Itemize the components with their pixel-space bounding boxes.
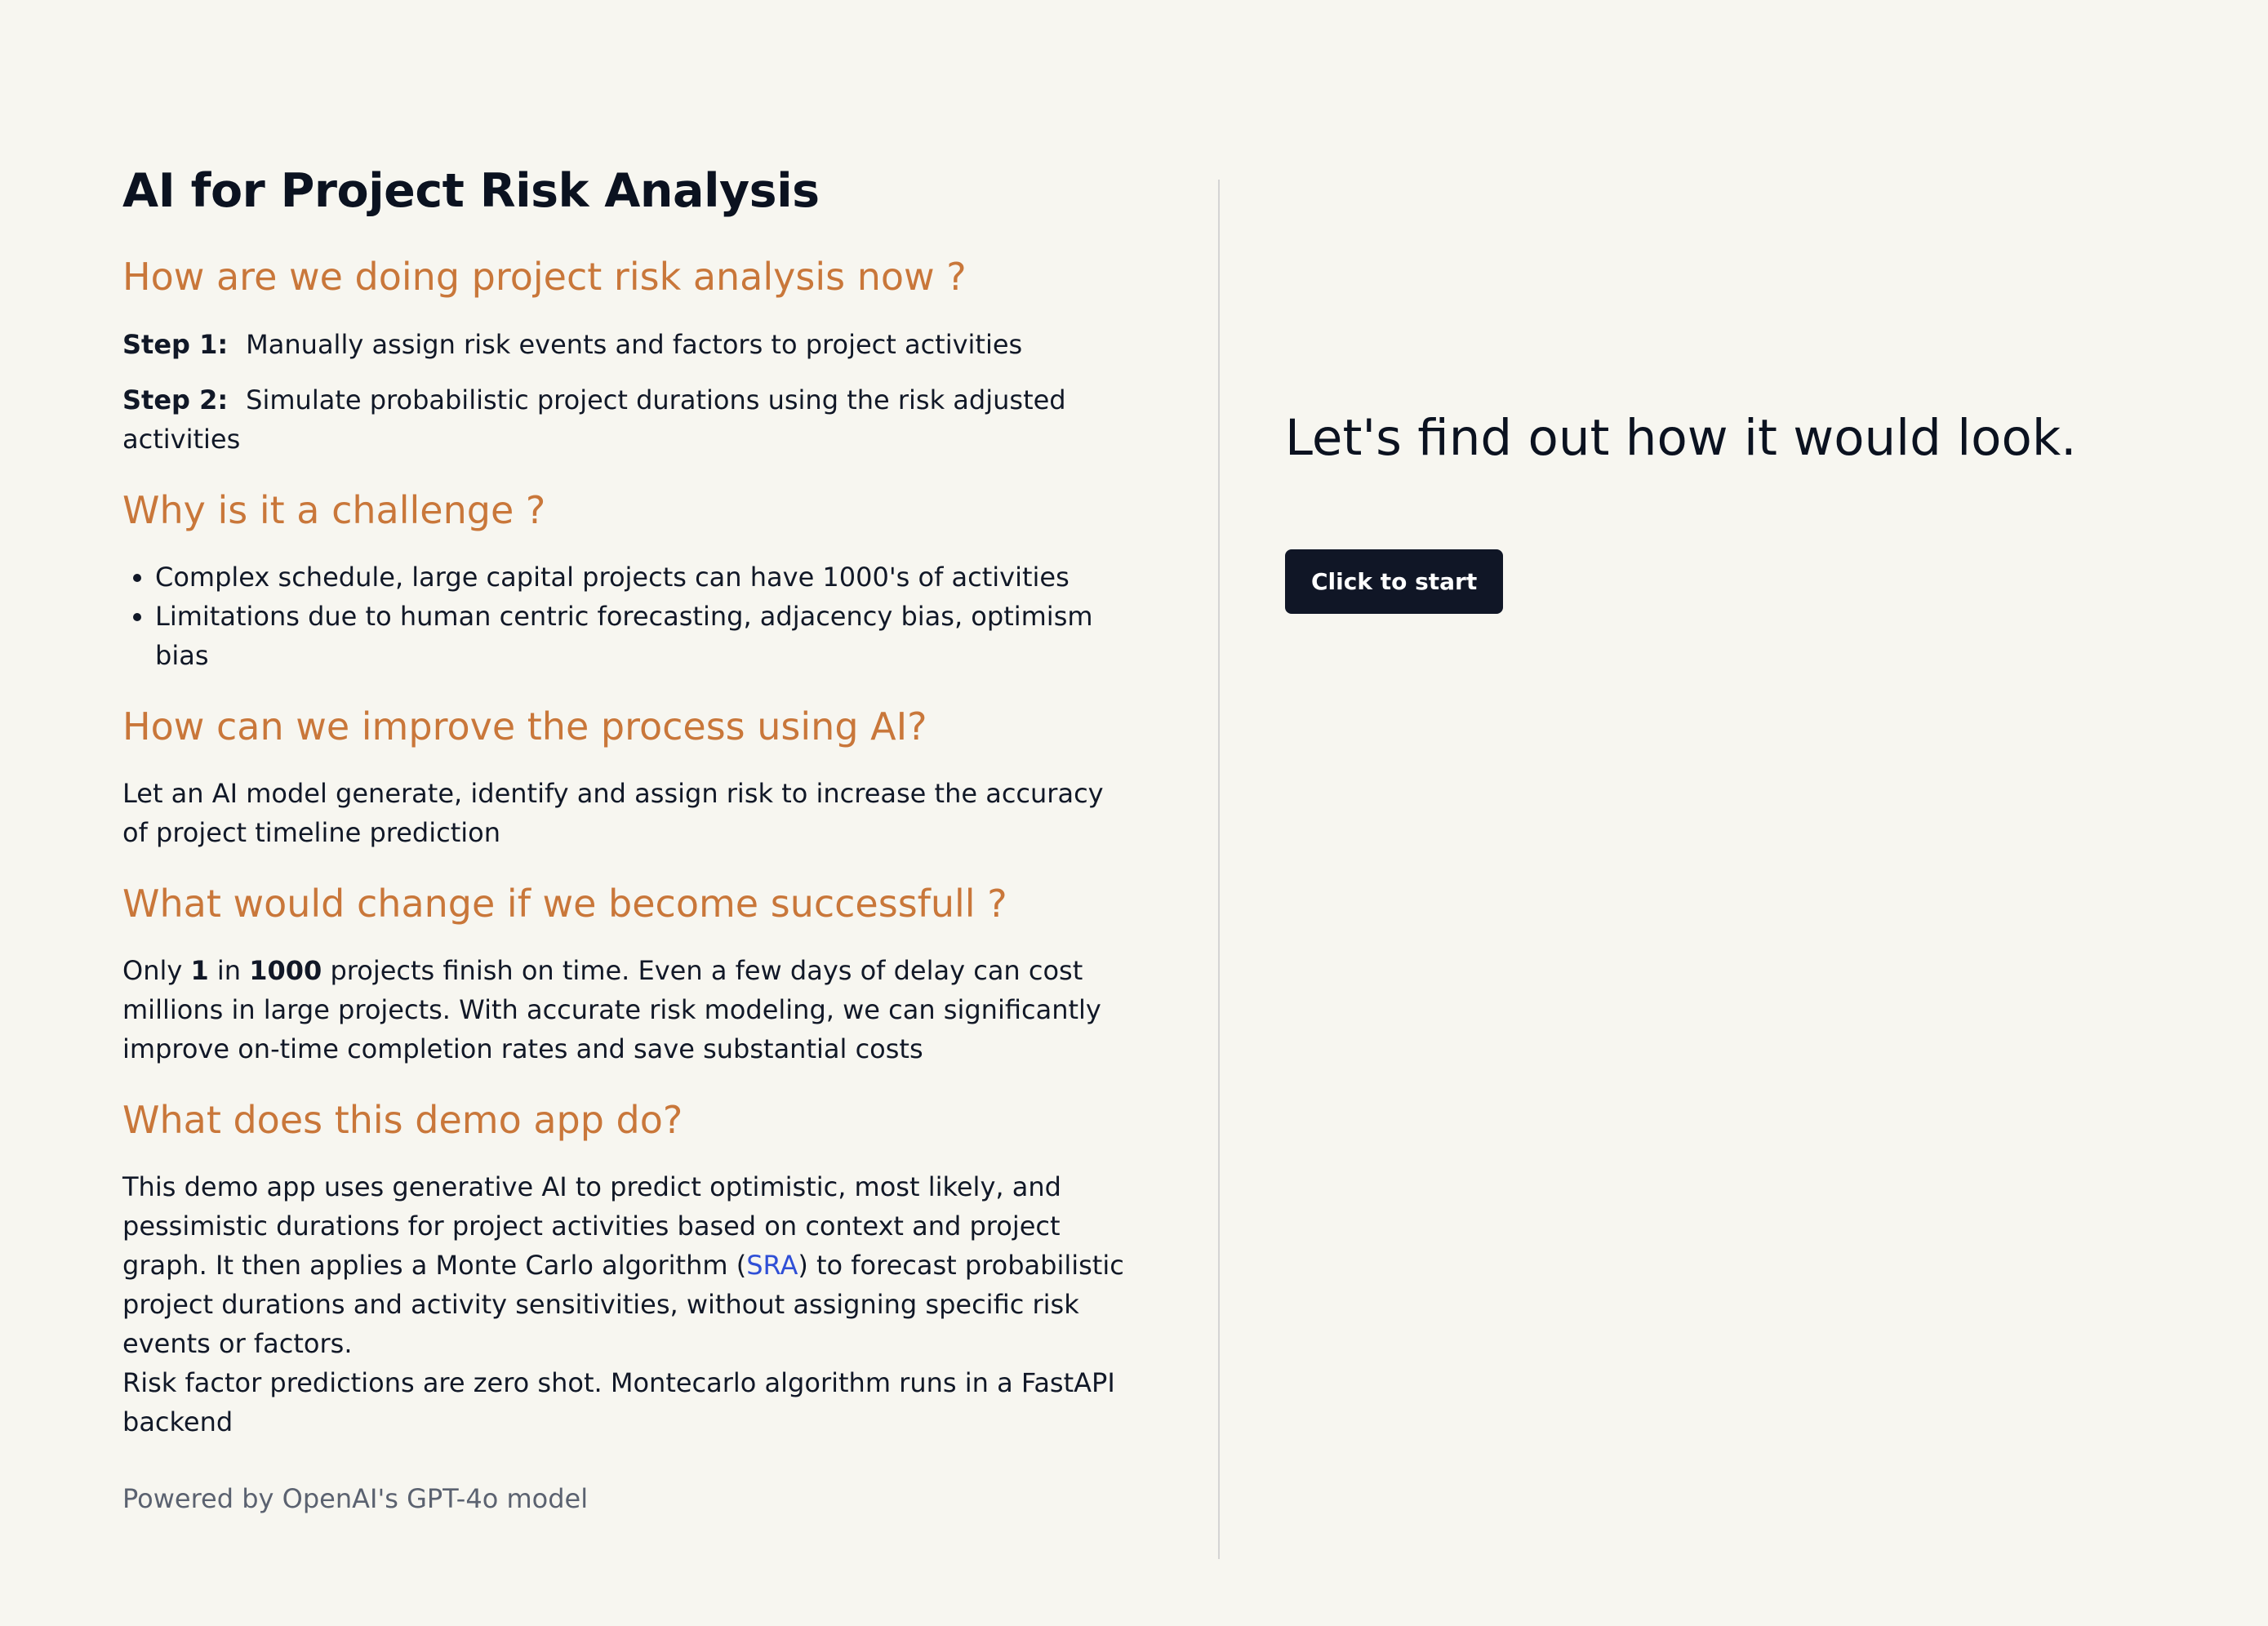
step-1-text: Manually assign risk events and factors … [246,328,1023,360]
section-challenge: Why is it a challenge ? Complex schedule… [122,488,1135,675]
panel-divider [1218,180,1220,1559]
change-number-one: 1 [190,955,209,987]
cta-title: Let's find out how it would look. [1285,409,2077,467]
change-text-a: Only [122,955,191,987]
section-change: What would change if we become successfu… [122,882,1135,1068]
section-heading-demo: What does this demo app do? [122,1098,683,1143]
start-button[interactable]: Click to start [1285,549,1504,615]
step-2-text: Simulate probabilistic project durations… [122,384,1066,455]
sra-link[interactable]: SRA [746,1250,798,1281]
demo-text-zero-shot: Risk factor predictions are zero shot. M… [122,1367,1115,1438]
section-heading-challenge: Why is it a challenge ? [122,487,546,532]
improve-text: Let an AI model generate, identify and a… [122,777,1104,848]
section-heading-change: What would change if we become successfu… [122,881,1007,926]
page-title: AI for Project Risk Analysis [122,164,820,218]
challenge-list: Complex schedule, large capital projects… [122,558,1135,675]
section-heading-current-process: How are we doing project risk analysis n… [122,255,967,300]
change-text-b: in [208,955,250,987]
change-number-thousand: 1000 [249,955,322,987]
list-item: Complex schedule, large capital projects… [155,558,1135,597]
info-panel: AI for Project Risk Analysis How are we … [122,163,1135,1518]
section-demo: What does this demo app do? This demo ap… [122,1098,1135,1442]
step-2: Step 2: Simulate probabilistic project du… [122,380,1135,459]
start-panel: Let's find out how it would look. Click … [1285,408,2183,615]
list-item: Limitations due to human centric forecas… [155,597,1135,675]
section-improve: How can we improve the process using AI?… [122,704,1135,852]
section-heading-improve: How can we improve the process using AI? [122,704,927,749]
change-text: Only 1 in 1000 projects finish on time. … [122,951,1135,1068]
step-2-label: Step 2: [122,384,229,415]
section-current-process: How are we doing project risk analysis n… [122,255,1135,458]
step-1-label: Step 1: [122,328,229,360]
demo-text: This demo app uses generative AI to pred… [122,1167,1135,1363]
powered-by-note: Powered by OpenAI's GPT-4o model [122,1483,589,1515]
step-1: Step 1: Manually assign risk events and f… [122,325,1135,364]
